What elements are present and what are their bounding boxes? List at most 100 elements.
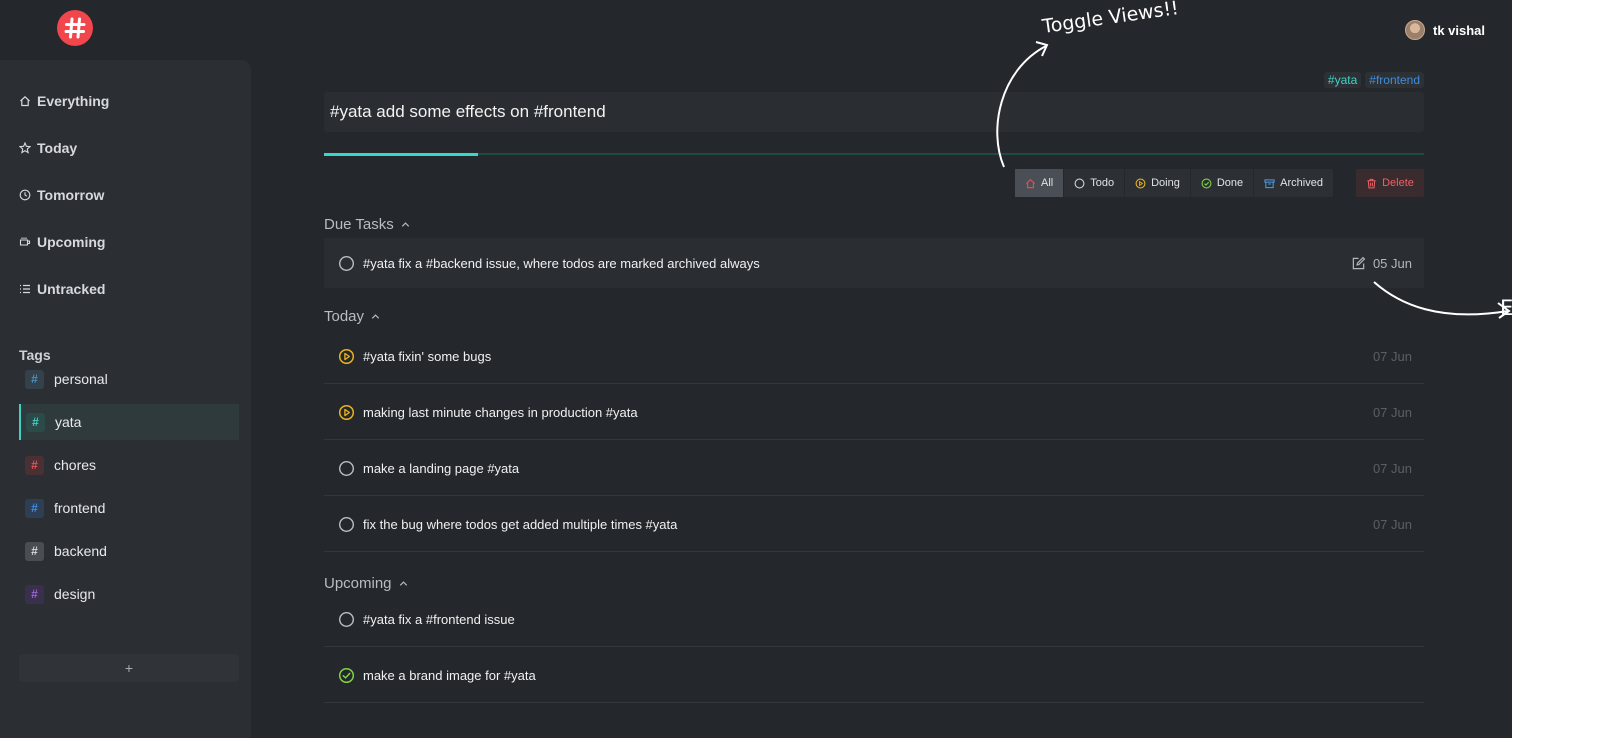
coffee-icon [19,237,31,246]
nav-item-label: Upcoming [37,234,106,250]
tag-label: yata [55,414,82,430]
input-progress-bar [324,152,1424,156]
archive-icon [1264,178,1275,188]
tag-item-backend[interactable]: # backend [19,533,239,569]
tag-label: backend [54,543,107,559]
home-icon [1025,178,1036,188]
tag-label: chores [54,457,97,473]
task-text: make a brand image for #yata [363,667,536,683]
circle-icon [338,516,354,532]
nav-item-today[interactable]: Today [19,140,77,156]
hash-icon: # [25,369,44,389]
star-icon [19,142,31,154]
tag-label: design [54,586,96,602]
task-row[interactable]: making last minute changes in production… [324,385,1424,440]
tag-chip-frontend: #frontend [1365,72,1424,88]
section-heading-due[interactable]: Due Tasks [324,216,411,233]
tag-item-personal[interactable]: # personal [19,361,239,397]
todo-status-icon[interactable] [337,459,355,477]
task-date: 07 Jun [1372,460,1412,476]
nav-item-tomorrow[interactable]: Tomorrow [19,187,104,203]
section-title: Today [324,308,365,325]
nav-item-upcoming[interactable]: Upcoming [19,234,105,250]
circle-icon [338,460,354,476]
play-circle-icon [338,348,354,364]
hash-icon: # [25,541,44,561]
tag-chip-yata: #yata [1323,72,1362,88]
toggle-label: Doing [1151,177,1180,189]
add-tag-button[interactable]: + [19,654,239,682]
task-input[interactable]: #yata add some effects on #frontend [324,92,1424,132]
task-row[interactable]: #yata fix a #backend issue, where todos … [324,238,1424,288]
app-window: Everything Today Tomorrow Upcoming Untra… [0,0,1512,738]
todo-status-icon[interactable] [337,610,355,628]
task-text: #yata fixin' some bugs [363,348,492,364]
chevron-up-icon [399,581,407,586]
task-row[interactable]: make a landing page #yata 07 Jun [324,441,1424,496]
edit-icon[interactable] [1351,256,1366,271]
section-heading-upcoming[interactable]: Upcoming [324,575,409,592]
task-row[interactable]: #yata fix a #frontend issue [324,592,1424,647]
task-text: #yata fix a #backend issue, where todos … [363,255,760,271]
nav-item-label: Everything [37,93,110,109]
task-text: make a landing page #yata [363,460,520,476]
annotation-toggle-views: Toggle Views!! [1040,0,1181,38]
tag-label: frontend [54,500,106,516]
play-circle-icon [1135,178,1146,188]
doing-status-icon[interactable] [337,403,355,421]
toggle-doing[interactable]: Doing [1125,169,1191,197]
toggle-annotation-arrowhead [1035,41,1049,57]
nav-item-everything[interactable]: Everything [19,93,109,109]
hash-icon: # [26,412,45,432]
todo-status-icon[interactable] [337,515,355,533]
delete-label: Delete [1382,177,1414,189]
check-circle-icon [1201,178,1212,188]
toggle-archived[interactable]: Archived [1254,169,1333,197]
task-text: making last minute changes in production… [363,404,638,420]
circle-icon [1074,178,1085,188]
play-circle-icon [338,404,354,420]
sidebar: Everything Today Tomorrow Upcoming Untra… [0,60,251,738]
list-icon [20,284,30,294]
section-heading-today[interactable]: Today [324,308,381,325]
tag-item-yata[interactable]: # yata [19,404,239,440]
circle-icon [338,611,354,627]
chevron-up-icon [371,314,380,319]
user-menu[interactable]: tk vishal [1405,20,1485,40]
nav-item-label: Today [37,140,78,156]
hash-icon: # [25,584,44,604]
chevron-up-icon [401,222,409,227]
home-icon [20,95,30,107]
task-date: 05 Jun [1372,255,1412,271]
section-title: Due Tasks [324,216,394,233]
nav-item-untracked[interactable]: Untracked [19,281,105,297]
todo-status-icon[interactable] [337,254,355,272]
hash-logo-icon[interactable] [57,10,93,46]
tag-item-chores[interactable]: # chores [19,447,239,483]
nav-item-label: Untracked [37,281,106,297]
section-title: Upcoming [324,575,392,592]
toggle-todo[interactable]: Todo [1064,169,1126,197]
task-date: 07 Jun [1372,404,1412,420]
task-row[interactable]: make a brand image for #yata [324,648,1424,703]
toggle-all[interactable]: All [1015,169,1065,197]
circle-icon [338,255,354,271]
done-status-icon[interactable] [337,666,355,684]
task-row[interactable]: fix the bug where todos get added multip… [324,497,1424,552]
toggle-label: All [1041,177,1054,189]
input-progress-fill [324,152,478,156]
hash-icon: # [25,498,44,518]
delete-button[interactable]: Delete [1356,169,1424,197]
task-text: fix the bug where todos get added multip… [363,516,678,532]
toggle-done[interactable]: Done [1191,169,1255,197]
tag-item-design[interactable]: # design [19,576,239,612]
task-date: 07 Jun [1372,348,1412,364]
toggle-label: Done [1216,177,1244,189]
hash-icon: # [25,455,44,475]
nav-item-label: Tomorrow [37,187,105,203]
check-circle-icon [338,667,354,683]
doing-status-icon[interactable] [337,347,355,365]
task-row[interactable]: #yata fixin' some bugs 07 Jun [324,329,1424,384]
tag-item-frontend[interactable]: # frontend [19,490,239,526]
task-date: 07 Jun [1372,516,1412,532]
